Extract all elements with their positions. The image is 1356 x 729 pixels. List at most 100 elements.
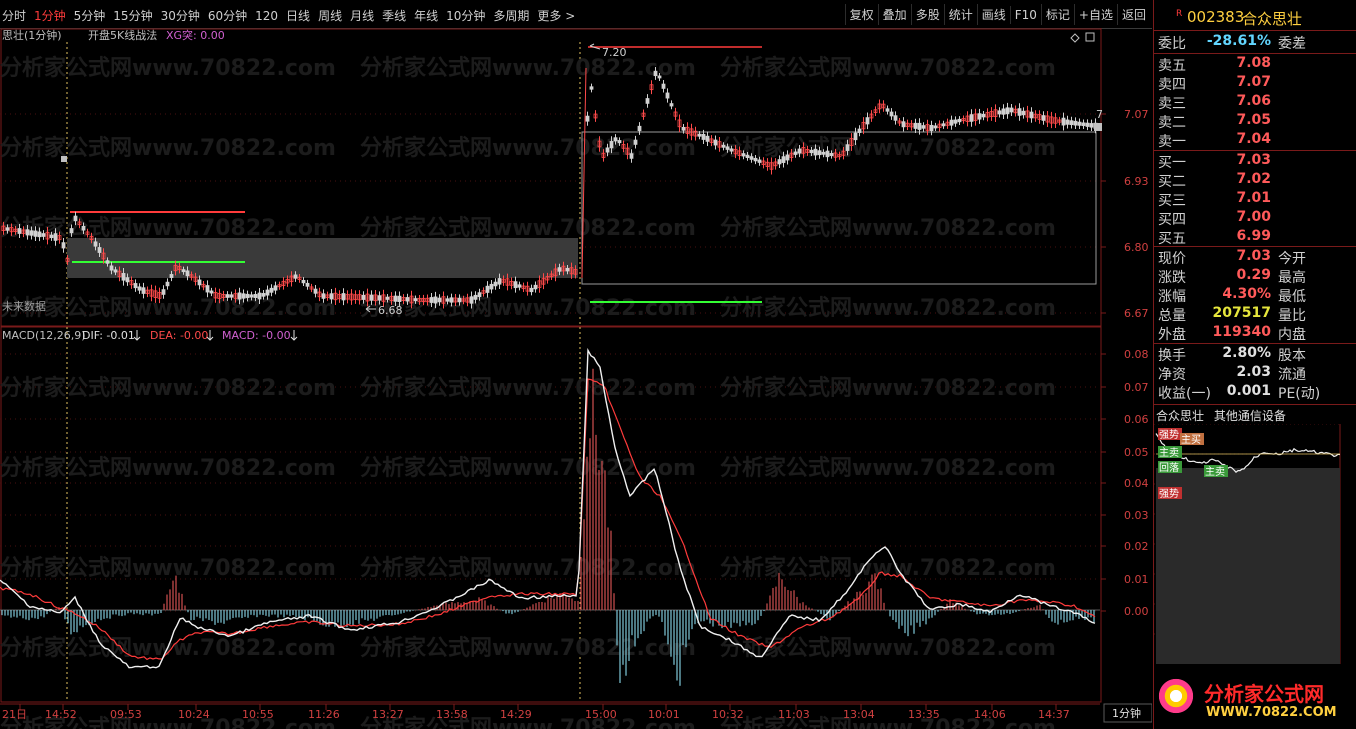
toolbar-action-button[interactable]: 标记 bbox=[1040, 4, 1074, 25]
buy-level-value: 7.00 bbox=[1236, 209, 1271, 225]
wei-bi-row: 委比 -28.61% 委差 bbox=[1158, 33, 1353, 52]
candlestick bbox=[137, 286, 142, 291]
period-tab[interactable]: 年线 bbox=[414, 9, 438, 23]
candlestick bbox=[857, 128, 862, 133]
kline-chart[interactable]: 分析家公式网www.70822.com 分析家公式网www.70822.com 分析… bbox=[0, 28, 1152, 729]
candlestick bbox=[853, 132, 858, 141]
price-cursor-handle[interactable] bbox=[1094, 123, 1102, 131]
candlestick bbox=[329, 293, 334, 300]
sell-level-label: 卖一 bbox=[1158, 134, 1186, 150]
candlestick bbox=[341, 293, 346, 301]
quote-panel: R 002383 合众思壮 委比 -28.61% 委差 卖五 7.08 卖四 7.07… bbox=[1150, 0, 1356, 729]
candlestick bbox=[169, 274, 174, 278]
toolbar-action-button[interactable]: F10 bbox=[1009, 6, 1041, 24]
diamond-icon[interactable] bbox=[1070, 33, 1080, 43]
watermark-text: 分析家公式网www.70822.com bbox=[720, 555, 1056, 581]
candlestick bbox=[817, 150, 822, 156]
toolbar-action-button[interactable]: 画线 bbox=[976, 4, 1010, 25]
candlestick bbox=[637, 125, 642, 132]
stock-flag: R bbox=[1176, 9, 1183, 19]
macd-axis-label: 0.07 bbox=[1124, 381, 1149, 394]
candlestick bbox=[245, 293, 250, 299]
buy-level-value: 6.99 bbox=[1236, 228, 1271, 244]
candlestick bbox=[821, 151, 826, 155]
time-axis-label: 14:29 bbox=[500, 708, 532, 721]
toolbar-action-button[interactable]: 返回 bbox=[1116, 4, 1150, 25]
period-tab[interactable]: 15分钟 bbox=[113, 9, 152, 23]
quote-label2: 量比 bbox=[1278, 308, 1306, 324]
signal-tag-label: 回落 bbox=[1159, 462, 1179, 474]
candlestick bbox=[785, 154, 790, 161]
stat-label: 换手 bbox=[1158, 348, 1186, 364]
quote-row: 涨幅 4.30% 最低 bbox=[1158, 286, 1353, 305]
period-tab[interactable]: 分时 bbox=[2, 9, 26, 23]
site-logo: 分析家公式网 WWW.70822.COM bbox=[1150, 664, 1350, 729]
day-handle[interactable] bbox=[61, 156, 67, 162]
period-tab[interactable]: 60分钟 bbox=[208, 9, 247, 23]
candlestick bbox=[489, 283, 494, 290]
toolbar-action-button[interactable]: 多股 bbox=[910, 4, 944, 25]
period-tab[interactable]: 多周期 bbox=[493, 9, 529, 23]
candlestick bbox=[209, 290, 214, 294]
candlestick bbox=[889, 111, 894, 117]
chart-title: 思壮(1分钟) bbox=[2, 28, 62, 42]
candlestick bbox=[301, 279, 306, 284]
period-tab[interactable]: 1分钟 bbox=[34, 9, 66, 23]
candlestick bbox=[469, 296, 474, 304]
mini-intraday-chart[interactable]: 强势 主买主卖回落 主卖强势 bbox=[1154, 424, 1350, 664]
period-tab[interactable]: 更多 > bbox=[537, 9, 575, 23]
period-tab[interactable]: 月线 bbox=[350, 9, 374, 23]
candlestick bbox=[605, 147, 610, 153]
candlestick bbox=[93, 241, 98, 247]
candlestick bbox=[25, 229, 30, 236]
price-axis-label: 6.80 bbox=[1124, 241, 1149, 254]
time-axis-label: 11:03 bbox=[778, 708, 810, 721]
period-tab[interactable]: 10分钟 bbox=[446, 9, 485, 23]
buy-level-value: 7.01 bbox=[1236, 190, 1271, 206]
period-tab[interactable]: 季线 bbox=[382, 9, 406, 23]
candlestick bbox=[437, 297, 442, 303]
period-tab[interactable]: 30分钟 bbox=[161, 9, 200, 23]
candlestick bbox=[893, 115, 898, 121]
wei-cha-label: 委差 bbox=[1278, 36, 1306, 52]
watermark-text: 分析家公式网www.70822.com bbox=[720, 295, 1056, 321]
buy-level-value: 7.03 bbox=[1236, 152, 1271, 168]
candlestick bbox=[269, 287, 274, 293]
period-tab[interactable]: 周线 bbox=[318, 9, 342, 23]
quote-value: 207517 bbox=[1212, 305, 1271, 321]
window-box-icon[interactable] bbox=[1085, 32, 1095, 42]
quote-row: 涨跌 0.29 最高 bbox=[1158, 267, 1353, 286]
toolbar-action-button[interactable]: 叠加 bbox=[877, 4, 911, 25]
period-tab[interactable]: 日线 bbox=[286, 9, 310, 23]
candlestick bbox=[661, 83, 666, 89]
time-axis-label: 13:58 bbox=[436, 708, 468, 721]
macd-axis-label: 0.05 bbox=[1124, 446, 1149, 459]
period-tab[interactable]: 5分钟 bbox=[74, 9, 106, 23]
time-axis-label: 14:52 bbox=[45, 708, 77, 721]
time-axis-label: 10:32 bbox=[712, 708, 744, 721]
toolbar-action-button[interactable]: 复权 bbox=[844, 4, 878, 25]
quote-row: 外盘 119340 内盘 bbox=[1158, 324, 1353, 343]
macd-axis-label: 0.04 bbox=[1124, 477, 1149, 490]
time-axis-label: 13:27 bbox=[372, 708, 404, 721]
watermark-text: 分析家公式网www.70822.com bbox=[360, 455, 696, 481]
quote-row: 总量 207517 量比 bbox=[1158, 305, 1353, 324]
mini-chart-sector[interactable]: 其他通信设备 bbox=[1214, 409, 1286, 423]
time-axis-label: 14:06 bbox=[974, 708, 1006, 721]
candlestick bbox=[741, 153, 746, 157]
future-data-label: 未来数据 bbox=[2, 299, 46, 313]
period-tab[interactable]: 120 bbox=[255, 9, 278, 23]
candlestick bbox=[913, 122, 918, 129]
toolbar-action-button[interactable]: 统计 bbox=[943, 4, 977, 25]
toolbar-action-button[interactable]: +自选 bbox=[1073, 4, 1117, 25]
candlestick bbox=[313, 288, 318, 294]
candlestick bbox=[385, 296, 390, 300]
candlestick bbox=[657, 75, 662, 79]
quote-label2: 最低 bbox=[1278, 289, 1306, 305]
signal-tag-label: 强势 bbox=[1159, 487, 1179, 500]
price-axis-label: 6.67 bbox=[1124, 307, 1149, 320]
watermark-text: 分析家公式网www.70822.com bbox=[0, 375, 336, 401]
candlestick bbox=[813, 148, 818, 156]
candlestick bbox=[81, 225, 86, 231]
candlestick bbox=[197, 279, 202, 286]
